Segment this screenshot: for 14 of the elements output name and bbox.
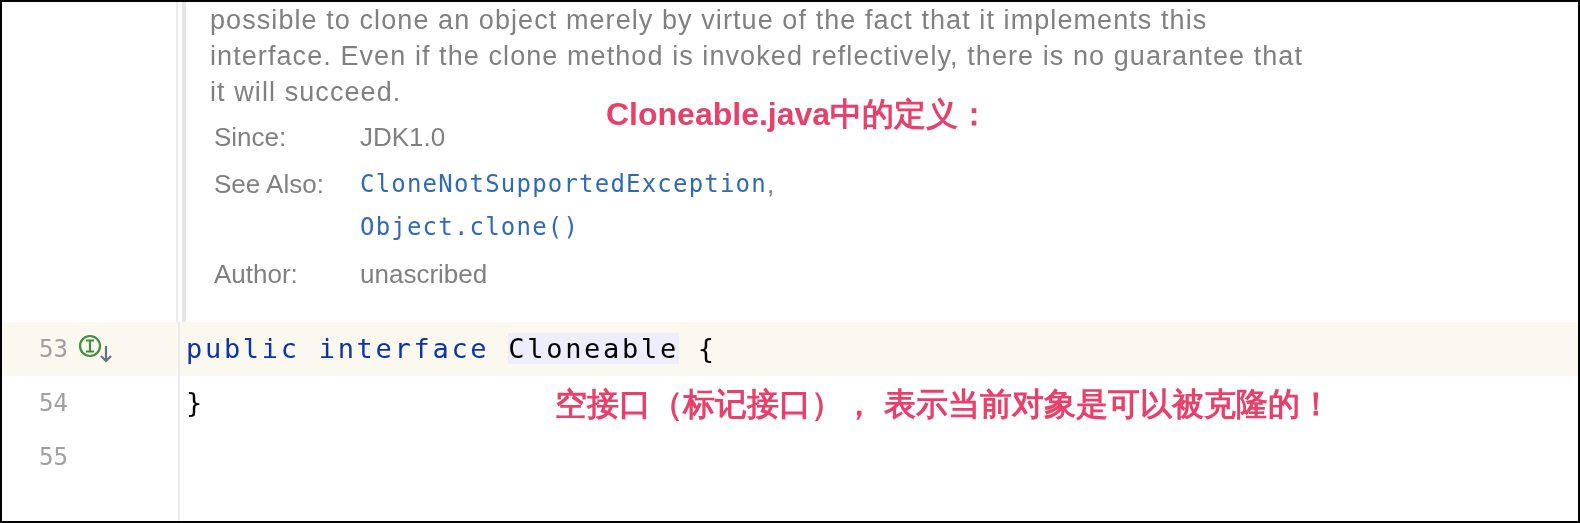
tag-value: JDK1.0 — [360, 121, 446, 154]
separator-text: , — [766, 168, 775, 201]
annotation-text: 空接口（标记接口）， 表示当前对象是可以被克隆的！ — [555, 385, 1332, 424]
line-number: 55 — [38, 442, 68, 473]
code-line: public interface Cloneable { — [186, 332, 717, 366]
doc-link[interactable]: Object.clone() — [360, 206, 580, 249]
line-number: 53 — [38, 334, 68, 365]
tag-label: See Also: — [213, 168, 325, 201]
tag-label: Since: — [213, 121, 288, 154]
tag-label: Author: — [213, 258, 299, 291]
line-number: 54 — [38, 388, 68, 419]
tag-value: unascribed — [360, 258, 488, 291]
code-line: } — [186, 386, 205, 420]
doc-link[interactable]: CloneNotSupportedException — [360, 163, 767, 206]
